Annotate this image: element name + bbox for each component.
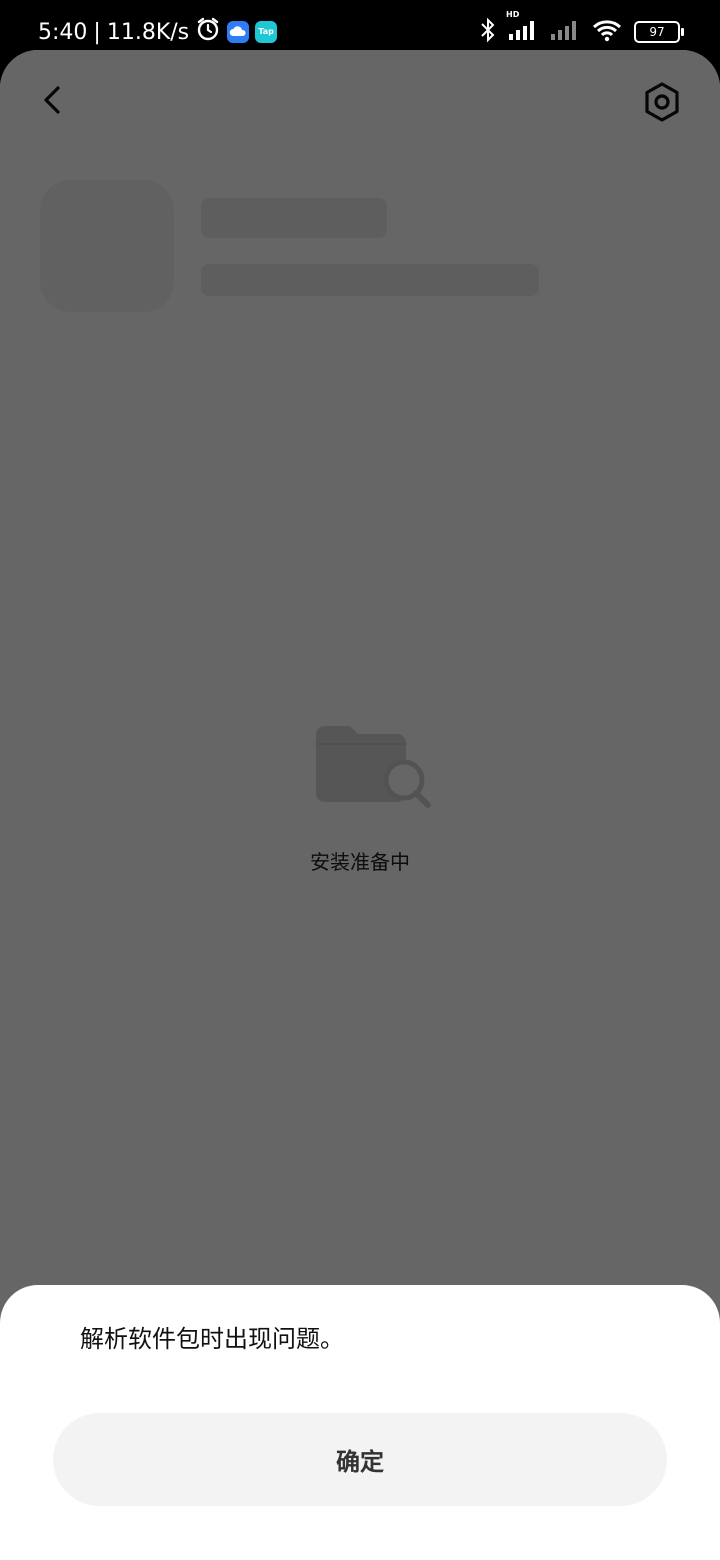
cloud-app-icon (227, 21, 250, 43)
app-name-placeholder (201, 198, 387, 238)
bluetooth-icon (480, 17, 496, 47)
status-separator: | (93, 19, 101, 45)
app-info-placeholder (201, 264, 539, 296)
back-button[interactable] (34, 80, 74, 120)
hexagon-settings-icon (645, 82, 679, 122)
wifi-icon (592, 18, 622, 46)
install-status-text: 安装准备中 (310, 850, 410, 874)
error-dialog: 解析软件包时出现问题。 确定 (0, 1285, 720, 1560)
alarm-icon (195, 16, 221, 48)
signal-hd-icon: HD (506, 10, 538, 46)
network-speed: 11.8K/s (106, 19, 190, 45)
settings-button[interactable] (640, 80, 684, 124)
dialog-message: 解析软件包时出现问题。 (80, 1325, 344, 1353)
app-icon-placeholder (40, 180, 174, 312)
confirm-button[interactable]: 确定 (53, 1413, 667, 1506)
signal-icon (550, 18, 580, 46)
battery-icon: 97 (634, 21, 684, 43)
chevron-left-icon (44, 86, 60, 114)
status-left: 5:40 | 11.8K/s Tap (38, 14, 278, 50)
clock-time: 5:40 (38, 19, 88, 45)
status-right: HD 97 (480, 10, 684, 48)
taptap-app-icon: Tap (255, 21, 278, 43)
folder-search-icon (312, 722, 436, 812)
